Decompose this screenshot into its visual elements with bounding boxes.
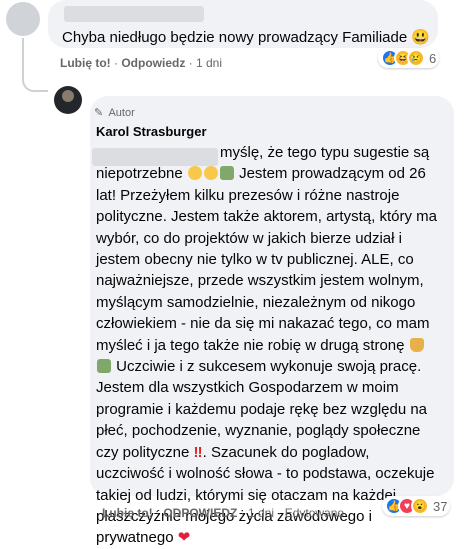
reply-line: prywatnego ❤ xyxy=(96,529,191,547)
wow-icon: 😮 xyxy=(411,497,429,515)
reply-line: polityczne. Jestem także aktorem, artyst… xyxy=(96,208,437,226)
reply-line: płeć, pochodzenie, wyznanie, poglądy spo… xyxy=(96,422,421,440)
reply-line: człowiekiem - nie da się mi nakazać tego… xyxy=(96,315,430,333)
comment-actions: Lubię to! · Odpowiedz · 1 dni xyxy=(60,56,223,70)
reply-line: uczciwość i wolność słowa - to podstawa,… xyxy=(96,465,435,483)
timestamp[interactable]: 1 dni xyxy=(248,506,274,520)
author-name[interactable]: Karol Strasburger xyxy=(96,124,207,139)
author-badge: ✎ Autor xyxy=(94,106,135,119)
sad-icon: 😢 xyxy=(407,49,425,67)
smile-emoji-icon xyxy=(203,166,218,181)
pencil-icon: ✎ xyxy=(94,107,104,119)
reply-line: myślącym samodzielnie, niezależnym od ni… xyxy=(96,293,416,311)
timestamp[interactable]: 1 dni xyxy=(196,56,222,70)
comment-text: Chyba niedługo będzie nowy prowadzący Fa… xyxy=(62,29,431,46)
reply-line: jestem obecny nie tylko w tv publicznej.… xyxy=(96,251,414,269)
reaction-count: 37 xyxy=(433,498,448,514)
reply-line: lat! Przeżyłem kilku prezesów i różne na… xyxy=(96,186,400,204)
reply-line: programie i każdemu podaje rękę bez wzgl… xyxy=(96,400,428,418)
avatar[interactable] xyxy=(6,2,40,36)
person-emoji-icon xyxy=(97,359,111,374)
wink-emoji-icon xyxy=(187,166,202,181)
reply-line: Jestem dla wszystkich Gospodarzem w moim xyxy=(96,379,399,397)
thread-connector xyxy=(22,38,48,92)
edited-label[interactable]: Edytowano xyxy=(285,506,344,520)
redacted-commenter-name xyxy=(64,6,204,22)
reply-line: wybór, co do projektów w jakich bierze u… xyxy=(96,229,402,247)
reaction-summary[interactable]: 👍 😆 😢 6 xyxy=(378,48,440,68)
exclamation-icon: ‼ xyxy=(193,443,203,461)
reaction-summary[interactable]: 👍 ♥ 😮 37 xyxy=(382,496,451,516)
like-button[interactable]: Lubię to! xyxy=(102,506,153,520)
reply-button[interactable]: ODPOWIEDZ xyxy=(163,506,237,520)
author-badge-label: Autor xyxy=(108,107,135,119)
reply-actions: Lubię to! · ODPOWIEDZ · 1 dni · Edytowan… xyxy=(102,506,345,520)
pray-icon xyxy=(409,337,424,352)
reply-line: niepotrzebne Jestem prowadzącym od 26 xyxy=(96,165,426,183)
like-button[interactable]: Lubię to! xyxy=(60,56,111,70)
reaction-count: 6 xyxy=(429,50,437,66)
reply-line: myślę, że tego typu sugestie są xyxy=(220,144,430,161)
reply-line: czy polityczne ‼. Szacunek do pogladow, xyxy=(96,443,370,461)
heart-icon: ❤ xyxy=(177,529,191,547)
reply-line: myśleć i ja tego także nie robię w drugą… xyxy=(96,335,446,356)
reply-line: Uczciwie i z sukcesem wykonuje swoją pra… xyxy=(96,356,446,377)
reply-text: myślę, że tego typu sugestie są niepotrz… xyxy=(96,142,446,549)
reply-line: najważniejsze, przede wszystkim jestem w… xyxy=(96,272,424,290)
author-avatar[interactable] xyxy=(54,86,82,114)
reply-button[interactable]: Odpowiedz xyxy=(121,56,185,70)
person-emoji-icon xyxy=(219,166,234,181)
